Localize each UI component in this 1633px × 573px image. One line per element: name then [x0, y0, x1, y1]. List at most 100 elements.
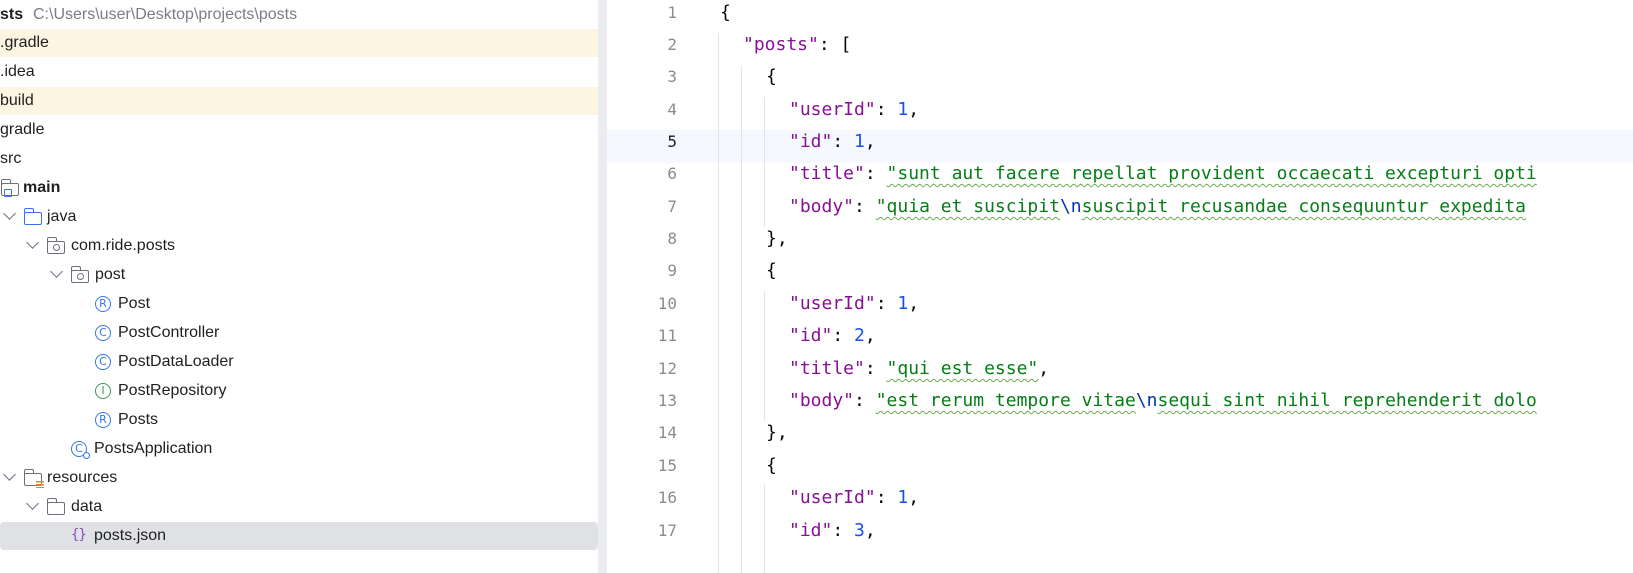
tree-item-label: gradle	[0, 121, 45, 138]
line-number: 17	[657, 521, 677, 540]
tree-item-PostRepository[interactable]: I PostRepository	[0, 377, 607, 405]
line-number: 4	[667, 100, 677, 119]
code-line-7: "body": "quia et suscipit\nsuscipit recu…	[789, 196, 1526, 217]
chevron-down-icon[interactable]	[26, 497, 39, 510]
code-line-14: },	[766, 422, 788, 443]
tree-item-label: data	[71, 498, 103, 515]
line-number: 1	[667, 3, 677, 22]
line-number: 3	[667, 67, 677, 86]
class-icon: C	[95, 325, 111, 341]
tree-item-label: Posts	[118, 411, 159, 428]
line-number: 11	[657, 326, 677, 345]
code-line-5: "id": 1,	[789, 131, 876, 152]
chevron-down-icon[interactable]	[3, 207, 16, 220]
line-number: 7	[667, 197, 677, 216]
current-line-highlight	[607, 130, 1633, 163]
tree-item-label: .gradle	[0, 34, 49, 51]
code-editor[interactable]: 1 2 3 4 5 6 7 8 9 10 11 12 13 14 15 16 17 { "posts": [ {…	[607, 0, 1633, 573]
line-number: 16	[657, 488, 677, 507]
code-line-8: },	[766, 228, 788, 249]
tree-item-data[interactable]: data	[0, 493, 607, 521]
line-number: 13	[657, 391, 677, 410]
project-root-path: C:\Users\user\Desktop\projects\posts	[33, 6, 298, 23]
source-folder-icon	[23, 208, 42, 225]
tree-item-label: Post	[118, 295, 151, 312]
chevron-down-icon[interactable]	[3, 468, 16, 481]
tree-item-gradle-hidden[interactable]: .gradle	[0, 29, 607, 57]
code-line-3: {	[766, 66, 777, 87]
indent-guide	[764, 291, 765, 421]
json-file-icon: {}	[71, 527, 87, 543]
code-line-17: "id": 3,	[789, 520, 876, 541]
tree-item-label: .idea	[0, 63, 35, 80]
spring-app-class-icon: C	[71, 441, 90, 459]
tree-item-label: main	[23, 179, 61, 196]
line-number: 2	[667, 35, 677, 54]
tree-item-label: post	[95, 266, 126, 283]
class-icon: C	[95, 354, 111, 370]
chevron-down-icon[interactable]	[26, 236, 39, 249]
code-line-2: "posts": [	[743, 34, 852, 55]
tree-item-label: src	[0, 150, 22, 167]
code-line-11: "id": 2,	[789, 325, 876, 346]
tree-item-Post[interactable]: R Post	[0, 290, 607, 318]
tree-item-label: PostController	[118, 324, 220, 341]
code-line-13: "body": "est rerum tempore vitae\nsequi …	[789, 390, 1537, 411]
tree-item-PostController[interactable]: C PostController	[0, 319, 607, 347]
tree-item-gradle[interactable]: gradle	[0, 116, 607, 144]
indent-guide	[718, 33, 719, 573]
project-root-name: sts	[0, 6, 24, 23]
tree-item-label: PostsApplication	[94, 440, 213, 457]
line-number: 12	[657, 359, 677, 378]
folder-icon	[46, 498, 65, 515]
code-line-16: "userId": 1,	[789, 487, 920, 508]
code-line-6: "title": "sunt aut facere repellat provi…	[789, 163, 1537, 184]
line-number: 5	[667, 132, 677, 151]
tree-item-java[interactable]: java	[0, 203, 607, 231]
line-number: 15	[657, 456, 677, 475]
tree-item-label: PostRepository	[118, 382, 227, 399]
tree-root[interactable]: sts C:\Users\user\Desktop\projects\posts	[0, 1, 607, 29]
tree-item-Posts[interactable]: R Posts	[0, 406, 607, 434]
tree-item-label: resources	[47, 469, 118, 486]
code-line-10: "userId": 1,	[789, 293, 920, 314]
code-line-4: "userId": 1,	[789, 99, 920, 120]
line-number: 9	[667, 261, 677, 280]
line-number: 14	[657, 423, 677, 442]
record-icon: R	[95, 412, 111, 428]
project-tree: sts C:\Users\user\Desktop\projects\posts…	[0, 0, 607, 573]
tree-item-idea[interactable]: .idea	[0, 58, 607, 86]
tree-item-PostDataLoader[interactable]: C PostDataLoader	[0, 348, 607, 376]
chevron-down-icon[interactable]	[50, 265, 63, 278]
resources-folder-icon	[23, 469, 44, 488]
line-number: 8	[667, 229, 677, 248]
line-number: 6	[667, 164, 677, 183]
code-line-9: {	[766, 260, 777, 281]
code-line-1: {	[720, 2, 731, 23]
indent-guide	[741, 66, 742, 573]
tree-item-label: build	[0, 92, 34, 109]
package-icon	[70, 266, 89, 283]
tree-item-posts-json[interactable]: {} posts.json	[0, 522, 598, 550]
interface-icon: I	[95, 383, 111, 399]
code-line-15: {	[766, 455, 777, 476]
tree-item-PostsApplication[interactable]: C PostsApplication	[0, 435, 607, 463]
indent-guide	[764, 485, 765, 573]
tree-item-post[interactable]: post	[0, 261, 607, 289]
code-line-12: "title": "qui est esse",	[789, 358, 1050, 379]
tree-item-label: posts.json	[94, 527, 167, 544]
panel-splitter[interactable]	[598, 0, 607, 573]
tree-item-label: com.ride.posts	[71, 237, 176, 254]
line-number: 10	[657, 294, 677, 313]
indent-guide	[764, 97, 765, 227]
tree-item-package[interactable]: com.ride.posts	[0, 232, 607, 260]
tree-item-src[interactable]: src	[0, 145, 607, 173]
tree-item-label: java	[47, 208, 77, 225]
tree-item-label: PostDataLoader	[118, 353, 234, 370]
package-icon	[46, 237, 65, 254]
tree-item-build[interactable]: build	[0, 87, 607, 115]
tree-item-main[interactable]: main	[0, 174, 607, 202]
source-root-folder-icon	[0, 179, 19, 197]
record-icon: R	[95, 296, 111, 312]
tree-item-resources[interactable]: resources	[0, 464, 607, 492]
